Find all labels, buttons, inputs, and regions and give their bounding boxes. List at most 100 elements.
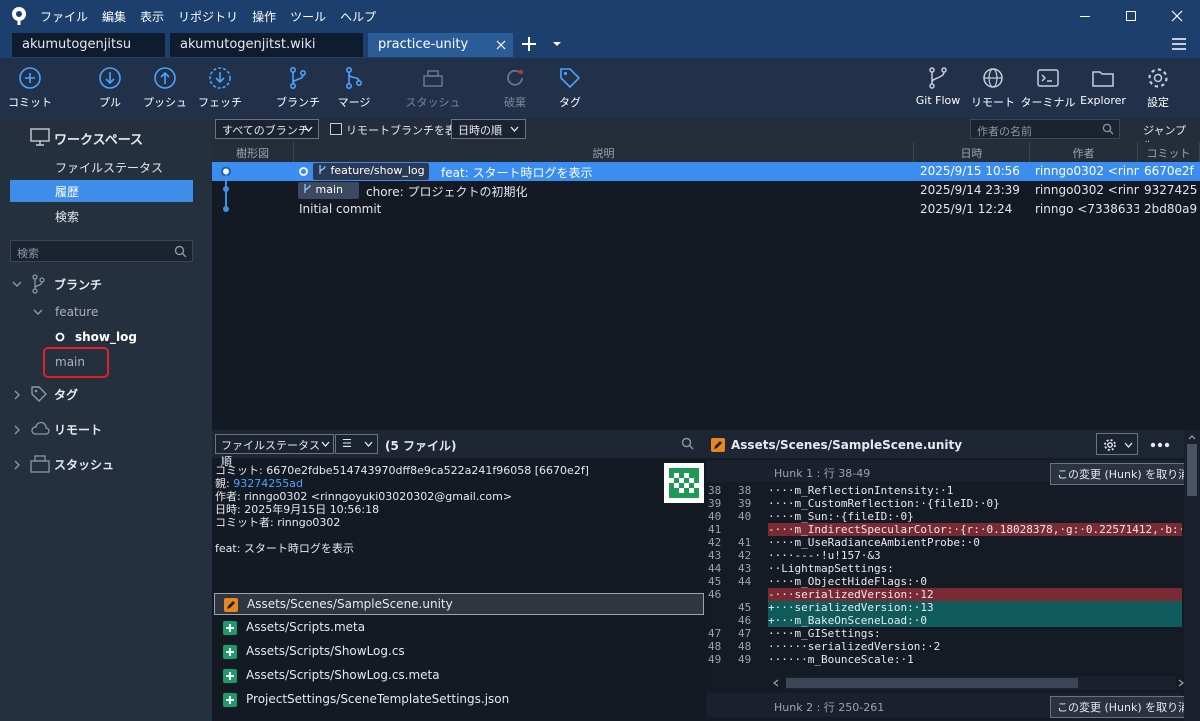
- chevron-right-icon[interactable]: [12, 390, 22, 400]
- close-button[interactable]: [1154, 0, 1200, 32]
- diff-line[interactable]: 39 39 ····m_CustomReflection:·{fileID:·0}: [706, 497, 1182, 510]
- menu-help[interactable]: ヘルプ: [340, 8, 376, 25]
- tab-practice-unity[interactable]: practice-unity: [368, 33, 513, 57]
- diff-code: ····m_Sun:·{fileID:·0}: [768, 510, 914, 523]
- pull-icon: [99, 67, 121, 89]
- new-tab-button[interactable]: [519, 34, 539, 54]
- view-mode-select[interactable]: ☰: [335, 434, 378, 454]
- diff-line[interactable]: 44 43 ··LightmapSettings:: [706, 562, 1182, 575]
- settings-button[interactable]: 設定: [1128, 64, 1188, 114]
- diff-line-added[interactable]: 46 +···m_BakeOnSceneLoad:·0: [706, 614, 1182, 627]
- hamburger-menu-button[interactable]: [1171, 36, 1187, 52]
- branch-label-feature-show-log[interactable]: feature/show_log: [313, 163, 429, 180]
- diff-line-removed[interactable]: 46 -···serializedVersion:·12: [706, 588, 1182, 601]
- author-filter-input[interactable]: 作者の名前: [970, 119, 1120, 139]
- diff-line[interactable]: 42 41 ····m_UseRadianceAmbientProbe:·0: [706, 536, 1182, 549]
- diff-line[interactable]: 48 48 ······serializedVersion:·2: [706, 640, 1182, 653]
- commit-label: コミット: [8, 96, 52, 109]
- diff-line[interactable]: 45 44 ····m_ObjectHideFlags:·0: [706, 575, 1182, 588]
- tab-close-icon[interactable]: [496, 40, 506, 50]
- tags-heading[interactable]: タグ: [54, 386, 78, 403]
- sidebar-item-search[interactable]: 検索: [10, 205, 193, 227]
- discard-hunk1-button[interactable]: この変更 (Hunk) を取り消す: [1050, 463, 1200, 485]
- new-line-number: 47: [738, 627, 752, 640]
- merge-button[interactable]: マージ: [324, 64, 384, 114]
- horizontal-scrollbar[interactable]: [786, 676, 1176, 690]
- diff-options-button[interactable]: [1096, 433, 1138, 455]
- remote-button[interactable]: リモート: [963, 64, 1023, 114]
- column-author[interactable]: 作者: [1030, 142, 1138, 162]
- minimize-button[interactable]: [1062, 0, 1108, 32]
- terminal-button[interactable]: ターミナル: [1018, 64, 1078, 114]
- fetch-button[interactable]: フェッチ: [190, 64, 250, 114]
- menu-actions[interactable]: 操作: [252, 8, 276, 25]
- pull-button[interactable]: プル: [80, 64, 140, 114]
- branch-main[interactable]: main: [55, 355, 85, 369]
- sidebar-search-box[interactable]: 検索: [10, 240, 193, 262]
- file-item[interactable]: Assets/Scripts/ShowLog.cs.meta: [214, 665, 704, 687]
- file-item[interactable]: ProjectSettings/SceneTemplateSettings.js…: [214, 689, 704, 711]
- sidebar-item-history[interactable]: 履歴: [10, 180, 193, 202]
- show-remote-checkbox[interactable]: [330, 123, 342, 135]
- diff-line-removed[interactable]: 41 -···m_IndirectSpecularColor:·{r:·0.180…: [706, 523, 1182, 536]
- menu-view[interactable]: 表示: [140, 8, 164, 25]
- chevron-up-icon: [1188, 435, 1196, 440]
- stash-button[interactable]: スタッシュ: [403, 64, 463, 114]
- scrollbar-thumb[interactable]: [1187, 444, 1197, 496]
- more-icon[interactable]: [1150, 442, 1170, 448]
- diff-line[interactable]: 38 38 ····m_ReflectionIntensity:·1: [706, 484, 1182, 497]
- column-commit[interactable]: コミット: [1138, 142, 1200, 162]
- column-description[interactable]: 説明: [294, 142, 914, 162]
- tag-button[interactable]: タグ: [540, 64, 600, 114]
- old-line-number: 44: [708, 562, 722, 575]
- menu-repository[interactable]: リポジトリ: [178, 8, 238, 25]
- chevron-down-icon[interactable]: [12, 279, 22, 289]
- discard-hunk2-button[interactable]: この変更 (Hunk) を取り消す: [1050, 696, 1200, 718]
- branch-label-main[interactable]: main: [298, 182, 359, 199]
- branch-button[interactable]: ブランチ: [268, 64, 328, 114]
- column-date[interactable]: 日時: [914, 142, 1030, 162]
- branch-folder-feature[interactable]: feature: [55, 305, 98, 319]
- push-button[interactable]: プッシュ: [135, 64, 195, 114]
- diff-line[interactable]: 47 47 ····m_GISettings:: [706, 627, 1182, 640]
- menu-file[interactable]: ファイル: [40, 8, 88, 25]
- chevron-down-icon[interactable]: [33, 307, 43, 317]
- diff-line[interactable]: 43 42 ····---·!u!157·&3: [706, 549, 1182, 562]
- column-graph[interactable]: 樹形図: [212, 142, 294, 162]
- branch-show-log[interactable]: show_log: [75, 330, 137, 344]
- tab-akumutogenjitst-wiki[interactable]: akumutogenjitst.wiki: [170, 33, 363, 57]
- explorer-button[interactable]: Explorer: [1073, 64, 1133, 114]
- scrollbar-thumb[interactable]: [786, 678, 1078, 688]
- commit-row[interactable]: Initial commit 2025/9/1 12:24 rinngo <73…: [212, 194, 1200, 219]
- diff-line[interactable]: 40 40 ····m_Sun:·{fileID:·0}: [706, 510, 1182, 523]
- vertical-scrollbar[interactable]: [1184, 430, 1200, 721]
- chevron-right-icon[interactable]: [12, 460, 22, 470]
- commit-row[interactable]: feature/show_log feat: スタート時ログを表示 2025/9…: [212, 162, 1200, 181]
- tab-akumutogenjitsu[interactable]: akumutogenjitsu: [12, 33, 165, 57]
- diff-code: ····---·!u!157·&3: [768, 549, 881, 562]
- menu-edit[interactable]: 編集: [102, 8, 126, 25]
- file-item[interactable]: Assets/Scenes/SampleScene.unity: [214, 593, 704, 615]
- stashes-heading[interactable]: スタッシュ: [54, 456, 114, 473]
- chevron-right-icon[interactable]: [12, 425, 22, 435]
- search-icon[interactable]: [681, 437, 694, 450]
- gear-icon: [1148, 68, 1168, 88]
- menu-tools[interactable]: ツール: [290, 8, 326, 25]
- remotes-heading[interactable]: リモート: [54, 421, 102, 438]
- maximize-button[interactable]: [1108, 0, 1154, 32]
- diff-line[interactable]: 49 49 ······m_BounceScale:·1: [706, 653, 1182, 666]
- commit-button[interactable]: コミット: [0, 64, 60, 114]
- diff-line-added[interactable]: 45 +···serializedVersion:·13: [706, 601, 1182, 614]
- file-item[interactable]: Assets/Scripts.meta: [214, 617, 704, 639]
- branches-heading[interactable]: ブランチ: [54, 276, 102, 293]
- tab-list-dropdown[interactable]: [551, 38, 563, 50]
- sidebar-item-file-status[interactable]: ファイルステータス: [10, 156, 193, 178]
- git-flow-button[interactable]: Git Flow: [908, 64, 968, 114]
- file-sort-select[interactable]: ファイルステータス順: [215, 434, 334, 468]
- commit-row[interactable]: main chore: プロジェクトの初期化 2025/9/14 23:39 r…: [212, 175, 1200, 200]
- sort-order-select[interactable]: 日時の順: [451, 119, 526, 139]
- discard-button[interactable]: 破棄: [485, 64, 545, 114]
- file-item[interactable]: Assets/Scripts/ShowLog.cs: [214, 641, 704, 663]
- branch-filter-select[interactable]: すべてのブランチ: [215, 119, 319, 139]
- chevron-left-icon[interactable]: [772, 679, 780, 687]
